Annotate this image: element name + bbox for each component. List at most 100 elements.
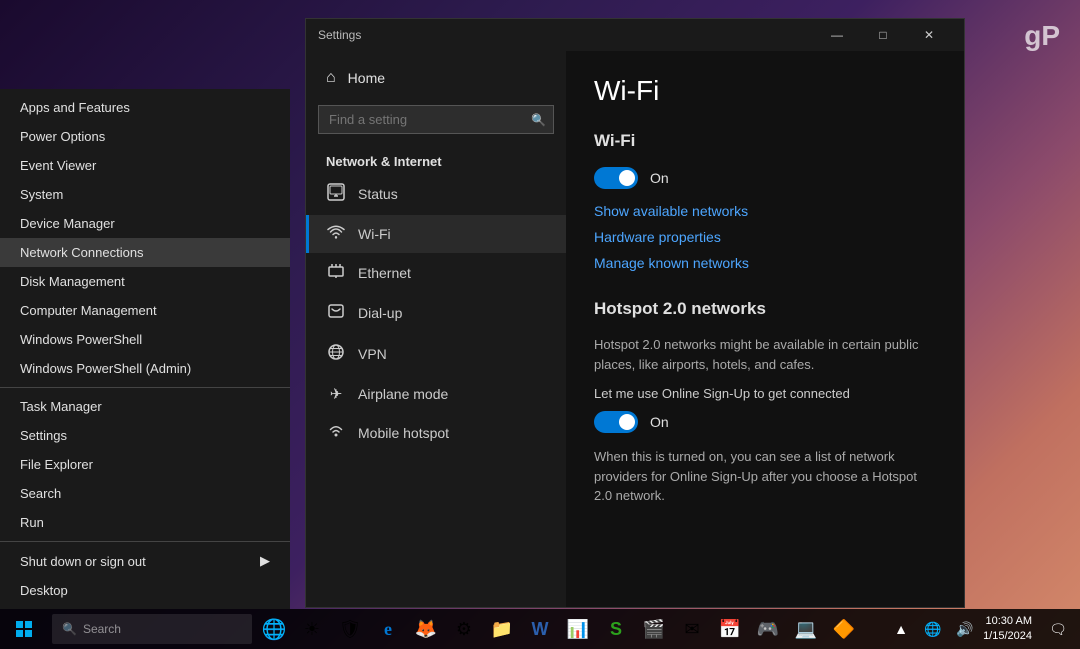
sidebar-item-mobile-hotspot[interactable]: Mobile hotspot bbox=[306, 413, 566, 453]
divider-1 bbox=[0, 387, 290, 388]
context-menu-item-event[interactable]: Event Viewer bbox=[0, 151, 290, 180]
tray-icon-network[interactable]: 🌐 bbox=[919, 611, 947, 647]
wifi-section-heading: Wi-Fi bbox=[594, 131, 936, 151]
airplane-icon: ✈ bbox=[326, 385, 346, 403]
hotspot-toggle-row: On bbox=[594, 411, 936, 433]
sidebar-item-status[interactable]: Status bbox=[306, 173, 566, 215]
taskbar-icon-settings[interactable]: ⚙ bbox=[446, 611, 482, 647]
context-menu-item-system[interactable]: System bbox=[0, 180, 290, 209]
tray-icon-sound[interactable]: 🔊 bbox=[951, 611, 979, 647]
wifi-icon bbox=[326, 225, 346, 243]
status-label: Status bbox=[358, 186, 398, 202]
submenu-arrow-icon: ▶ bbox=[260, 553, 270, 569]
minimize-button[interactable]: — bbox=[814, 19, 860, 51]
vpn-icon bbox=[326, 343, 346, 365]
window-title: Settings bbox=[318, 28, 814, 42]
sidebar-item-airplane[interactable]: ✈ Airplane mode bbox=[306, 375, 566, 413]
context-menu-item-powershell-admin[interactable]: Windows PowerShell (Admin) bbox=[0, 354, 290, 383]
home-label: Home bbox=[348, 70, 385, 86]
hotspot-toggle[interactable] bbox=[594, 411, 638, 433]
taskbar-icon-mail[interactable]: ✉ bbox=[674, 611, 710, 647]
hotspot-description: Hotspot 2.0 networks might be available … bbox=[594, 335, 936, 374]
taskbar-icon-sun[interactable]: ☀ bbox=[294, 611, 330, 647]
clock-date: 1/15/2024 bbox=[983, 629, 1032, 644]
hardware-properties-link[interactable]: Hardware properties bbox=[594, 229, 936, 245]
vpn-label: VPN bbox=[358, 346, 387, 362]
sidebar-search-container: 🔍 bbox=[318, 105, 554, 134]
dialup-icon bbox=[326, 303, 346, 323]
ethernet-icon bbox=[326, 263, 346, 283]
wifi-toggle[interactable] bbox=[594, 167, 638, 189]
sidebar-item-vpn[interactable]: VPN bbox=[306, 333, 566, 375]
sidebar-item-ethernet[interactable]: Ethernet bbox=[306, 253, 566, 293]
context-menu-item-search[interactable]: Search bbox=[0, 479, 290, 508]
context-menu-item-task-manager[interactable]: Task Manager bbox=[0, 392, 290, 421]
taskbar-search-placeholder: Search bbox=[83, 622, 121, 636]
maximize-button[interactable]: □ bbox=[860, 19, 906, 51]
hotspot-section-heading: Hotspot 2.0 networks bbox=[594, 299, 936, 319]
context-menu-item-power[interactable]: Power Options bbox=[0, 122, 290, 151]
taskbar-icon-excel[interactable]: 📊 bbox=[560, 611, 596, 647]
clock-time: 10:30 AM bbox=[983, 614, 1032, 629]
sidebar-item-dialup[interactable]: Dial-up bbox=[306, 293, 566, 333]
window-body: ⌂ Home 🔍 Network & Internet bbox=[306, 51, 964, 607]
taskbar-icon-chrome[interactable]: 🌐 bbox=[256, 611, 292, 647]
context-menu-item-disk[interactable]: Disk Management bbox=[0, 267, 290, 296]
search-input[interactable] bbox=[318, 105, 554, 134]
context-menu: Apps and Features Power Options Event Vi… bbox=[0, 89, 290, 609]
settings-content: Wi-Fi Wi-Fi On Show available networks H… bbox=[566, 51, 964, 607]
taskbar-search-box[interactable]: 🔍 Search bbox=[52, 614, 252, 644]
divider-2 bbox=[0, 541, 290, 542]
wifi-section: Wi-Fi On Show available networks Hardwar… bbox=[594, 131, 936, 271]
taskbar-icon-vlc[interactable]: 🔶 bbox=[826, 611, 862, 647]
tray-icon-notifications[interactable]: 🗨 bbox=[1044, 611, 1072, 647]
hotspot-toggle-label: On bbox=[650, 414, 669, 430]
wifi-label: Wi-Fi bbox=[358, 226, 391, 242]
context-menu-item-computer-mgmt[interactable]: Computer Management bbox=[0, 296, 290, 325]
start-button[interactable] bbox=[0, 609, 48, 649]
context-menu-item-settings[interactable]: Settings bbox=[0, 421, 290, 450]
taskbar-icon-calendar[interactable]: 📅 bbox=[712, 611, 748, 647]
ethernet-label: Ethernet bbox=[358, 265, 411, 281]
sidebar-section-title: Network & Internet bbox=[306, 142, 566, 173]
sidebar-home-button[interactable]: ⌂ Home bbox=[306, 59, 566, 97]
context-menu-item-run[interactable]: Run bbox=[0, 508, 290, 537]
taskbar-icon-word[interactable]: W bbox=[522, 611, 558, 647]
taskbar-icon-game[interactable]: 🎮 bbox=[750, 611, 786, 647]
taskbar-icon-folder[interactable]: 📁 bbox=[484, 611, 520, 647]
context-menu-item-desktop[interactable]: Desktop bbox=[0, 576, 290, 605]
settings-window: Settings — □ ✕ ⌂ Home 🔍 Network & Intern… bbox=[305, 18, 965, 608]
mobile-hotspot-icon bbox=[326, 423, 346, 443]
taskbar-clock[interactable]: 10:30 AM 1/15/2024 bbox=[983, 614, 1040, 645]
show-networks-link[interactable]: Show available networks bbox=[594, 203, 936, 219]
taskbar-icon-laptop[interactable]: 💻 bbox=[788, 611, 824, 647]
home-icon: ⌂ bbox=[326, 69, 336, 87]
taskbar-app-icons: 🌐 ☀ 🛡 e 🦊 ⚙ 📁 W 📊 S 🎬 ✉ 📅 🎮 💻 🔶 bbox=[252, 611, 887, 647]
airplane-label: Airplane mode bbox=[358, 386, 448, 402]
context-menu-item-apps[interactable]: Apps and Features bbox=[0, 93, 290, 122]
taskbar-icon-media[interactable]: 🎬 bbox=[636, 611, 672, 647]
hotspot-signup-label: Let me use Online Sign-Up to get connect… bbox=[594, 386, 936, 401]
tray-icon-arrow[interactable]: ▲ bbox=[887, 611, 915, 647]
window-controls: — □ ✕ bbox=[814, 19, 952, 51]
content-title: Wi-Fi bbox=[594, 75, 936, 107]
close-button[interactable]: ✕ bbox=[906, 19, 952, 51]
taskbar-tray: ▲ 🌐 🔊 10:30 AM 1/15/2024 🗨 bbox=[887, 611, 1080, 647]
context-menu-item-powershell[interactable]: Windows PowerShell bbox=[0, 325, 290, 354]
mobile-hotspot-label: Mobile hotspot bbox=[358, 425, 449, 441]
taskbar-icon-firefox[interactable]: 🦊 bbox=[408, 611, 444, 647]
context-menu-item-shutdown[interactable]: Shut down or sign out ▶ bbox=[0, 546, 290, 576]
taskbar: 🔍 Search 🌐 ☀ 🛡 e 🦊 ⚙ 📁 W 📊 S 🎬 ✉ 📅 🎮 💻 🔶… bbox=[0, 609, 1080, 649]
windows-logo-icon bbox=[16, 621, 32, 637]
taskbar-icon-shield[interactable]: 🛡 bbox=[332, 611, 368, 647]
context-menu-item-file-explorer[interactable]: File Explorer bbox=[0, 450, 290, 479]
manage-networks-link[interactable]: Manage known networks bbox=[594, 255, 936, 271]
wifi-toggle-label: On bbox=[650, 170, 669, 186]
taskbar-icon-edge[interactable]: e bbox=[370, 611, 406, 647]
taskbar-search-icon: 🔍 bbox=[62, 622, 77, 636]
sidebar-item-wifi[interactable]: Wi-Fi bbox=[306, 215, 566, 253]
context-menu-item-device-manager[interactable]: Device Manager bbox=[0, 209, 290, 238]
taskbar-icon-quickbooks[interactable]: S bbox=[598, 611, 634, 647]
context-menu-item-network-connections[interactable]: Network Connections bbox=[0, 238, 290, 267]
gp-logo: gP bbox=[1024, 20, 1060, 52]
